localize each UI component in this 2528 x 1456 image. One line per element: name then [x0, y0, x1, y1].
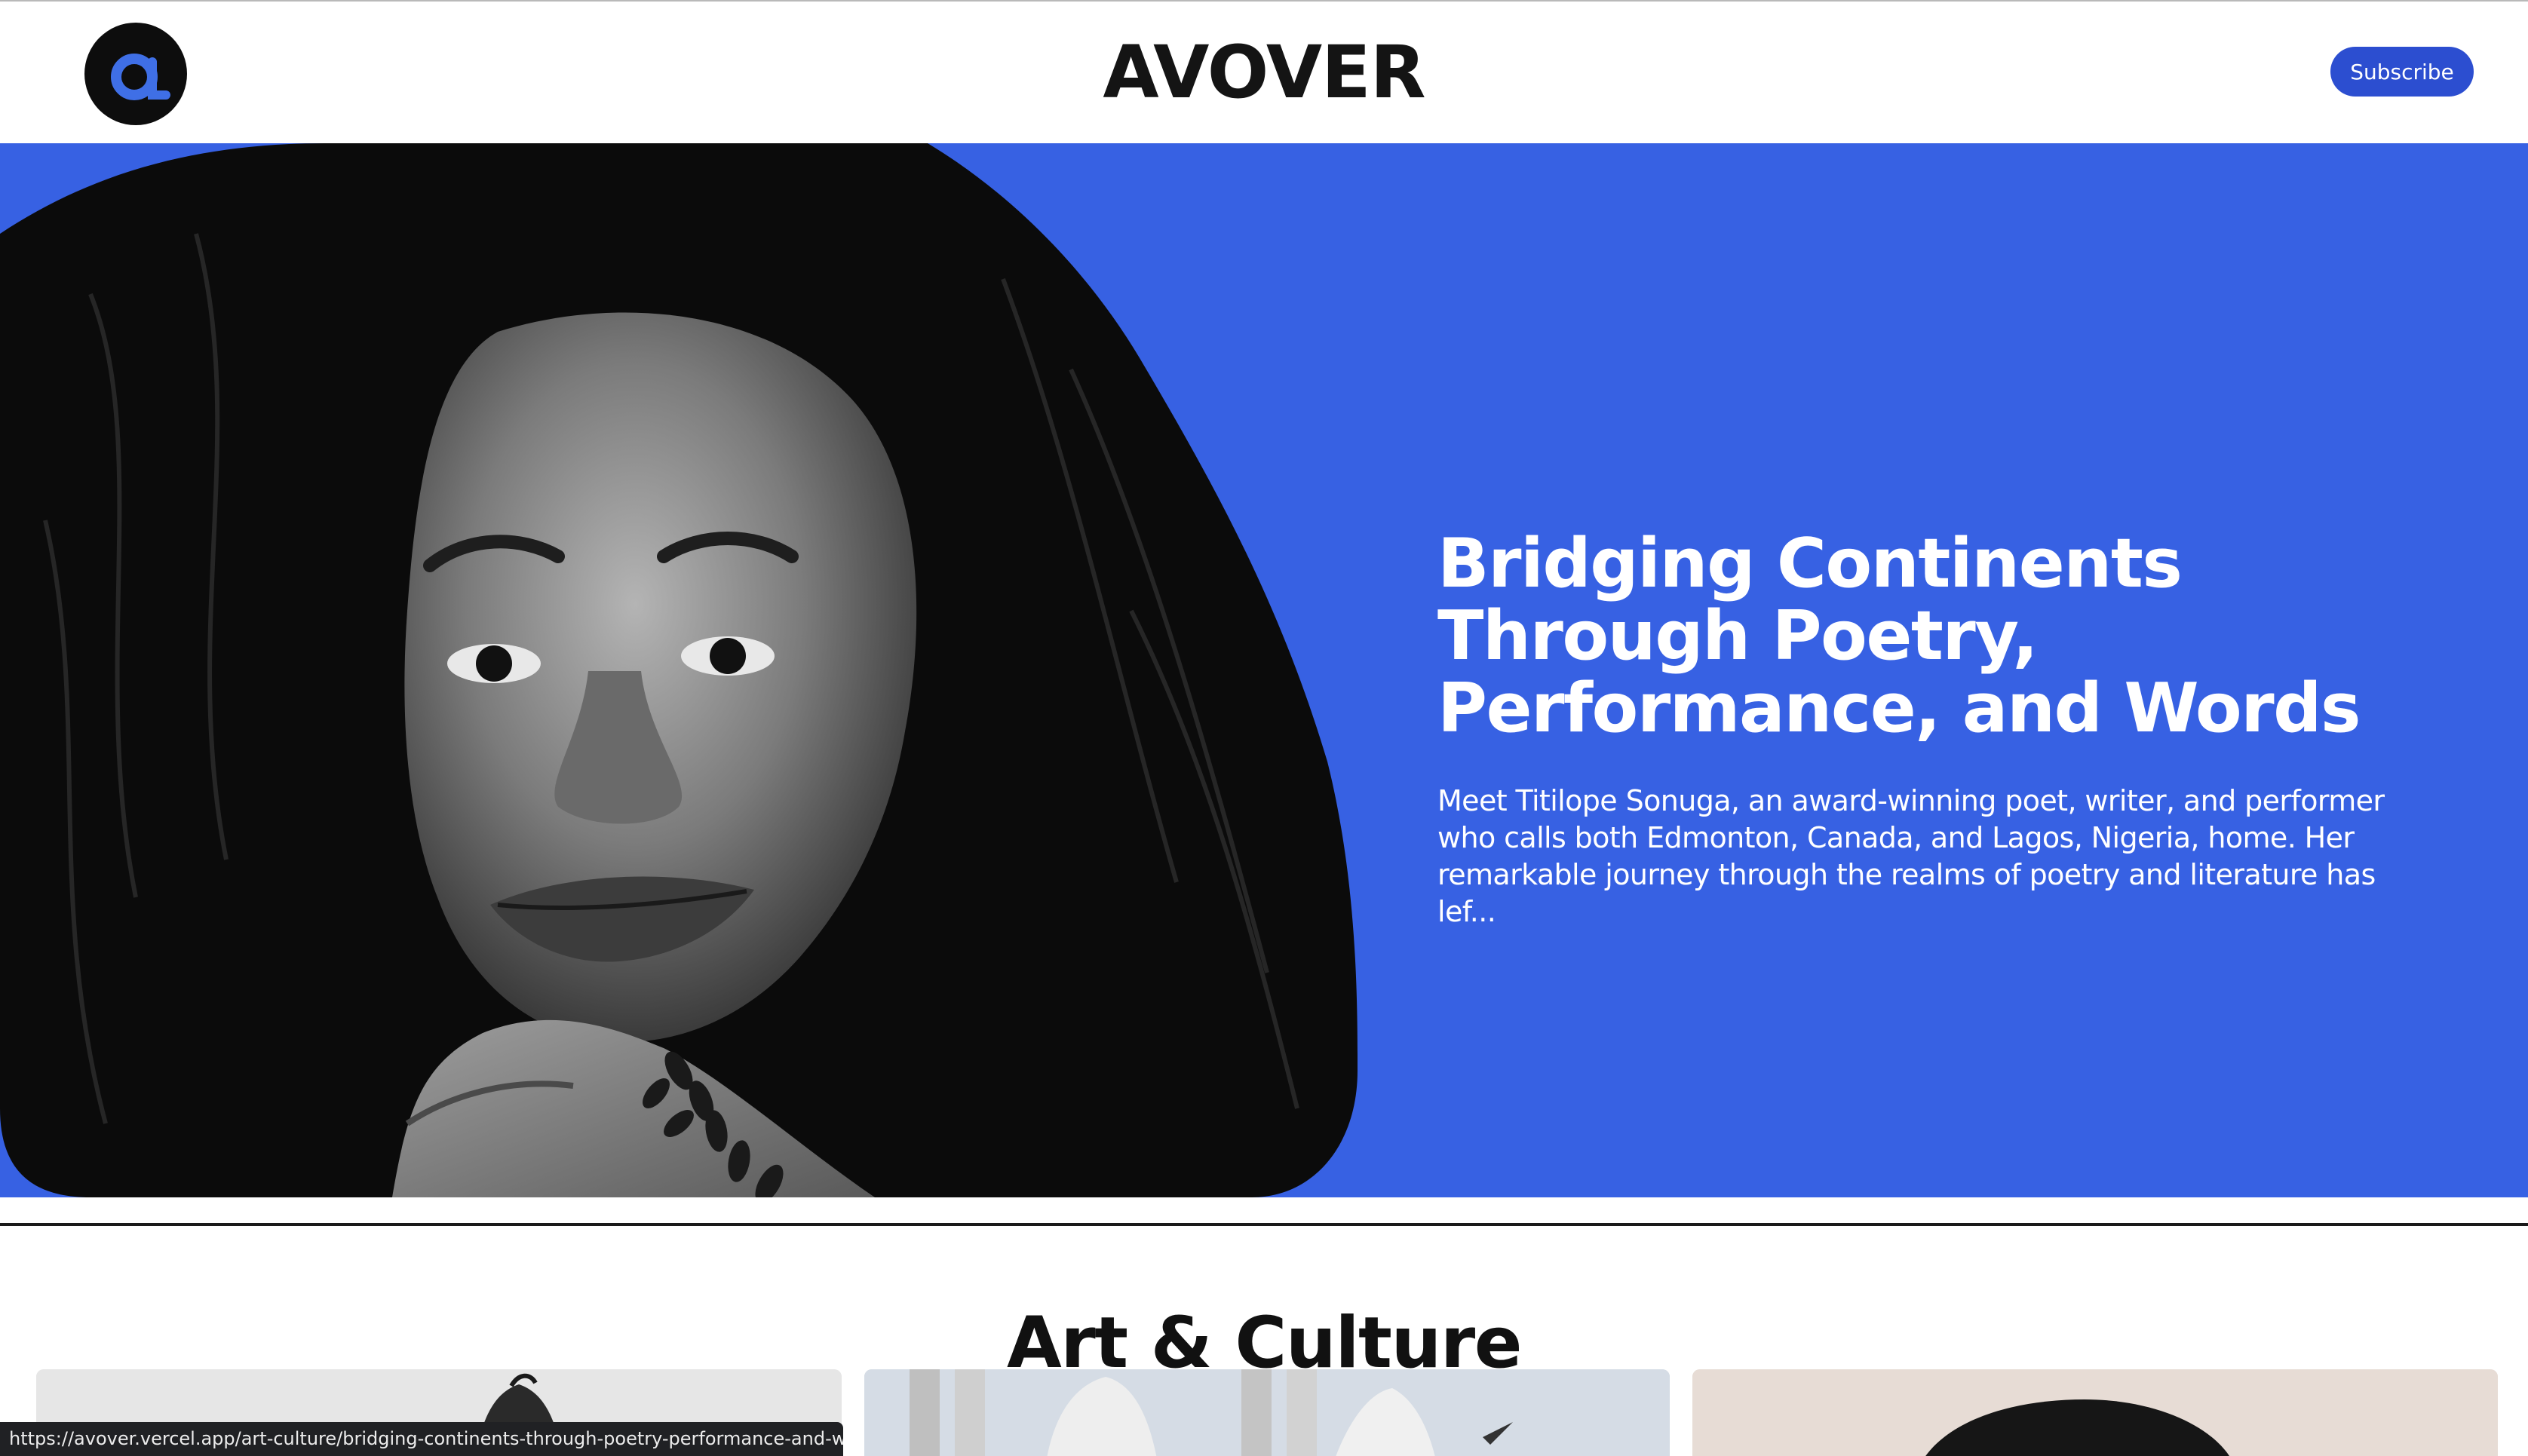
- hero-text-block[interactable]: Bridging Continents Through Poetry, Perf…: [1437, 528, 2508, 930]
- section-divider: [0, 1223, 2528, 1226]
- site-brand-title[interactable]: AVOVER: [0, 29, 2528, 116]
- hero-featured-article[interactable]: Bridging Continents Through Poetry, Perf…: [0, 143, 2528, 1197]
- article-thumbnail-3-image[interactable]: [1692, 1369, 2498, 1456]
- article-card-3[interactable]: [1692, 1369, 2498, 1456]
- hero-article-title[interactable]: Bridging Continents Through Poetry, Perf…: [1437, 528, 2508, 745]
- browser-status-url: https://avover.vercel.app/art-culture/br…: [0, 1422, 843, 1456]
- hero-article-excerpt: Meet Titilope Sonuga, an award-winning p…: [1437, 784, 2385, 928]
- subscribe-button[interactable]: Subscribe: [2330, 47, 2474, 97]
- article-thumbnail-2-image[interactable]: [864, 1369, 1670, 1456]
- article-card-2[interactable]: [864, 1369, 1670, 1456]
- hero-portrait-image[interactable]: [0, 143, 1358, 1197]
- page: AVOVER Subscribe Bridging Continents Thr…: [0, 0, 2528, 1456]
- site-header: AVOVER Subscribe: [0, 2, 2528, 143]
